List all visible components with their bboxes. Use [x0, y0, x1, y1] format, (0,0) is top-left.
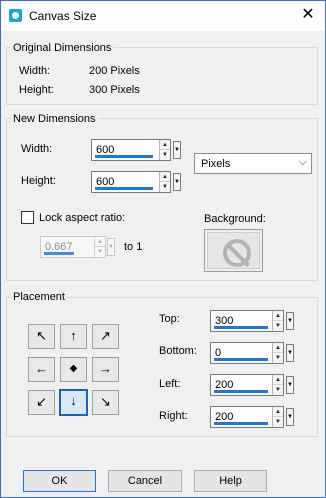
close-icon[interactable]: ✕: [295, 3, 321, 27]
placement-title: Placement: [11, 291, 67, 303]
new-width-dropdown-icon[interactable]: ▼: [173, 141, 181, 159]
spin-down-icon[interactable]: ▼: [273, 385, 283, 395]
spin-down-icon[interactable]: ▼: [273, 353, 283, 363]
original-width-value: 200 Pixels: [89, 65, 140, 77]
spin-down-icon[interactable]: ▼: [95, 247, 105, 257]
new-height-stepper[interactable]: ▲ ▼: [159, 172, 170, 192]
right-underline: [214, 422, 268, 425]
placement-bottom-left-button[interactable]: ↙: [28, 390, 55, 415]
cancel-button[interactable]: Cancel: [108, 470, 182, 492]
lock-aspect-checkbox[interactable]: [21, 211, 34, 224]
background-swatch-inner: [207, 232, 260, 269]
spin-up-icon[interactable]: ▲: [273, 407, 283, 417]
right-stepper[interactable]: ▲ ▼: [272, 407, 283, 427]
right-field[interactable]: 200 ▲ ▼: [210, 406, 284, 428]
left-stepper[interactable]: ▲ ▼: [272, 375, 283, 395]
spin-up-icon[interactable]: ▲: [160, 172, 170, 182]
placement-top-right-button[interactable]: ↗: [92, 324, 119, 349]
original-dimensions-title: Original Dimensions: [11, 42, 114, 54]
top-label: Top:: [159, 313, 180, 325]
spin-up-icon[interactable]: ▲: [95, 237, 105, 247]
spin-down-icon[interactable]: ▼: [273, 417, 283, 427]
placement-bottom-right-button[interactable]: ↘: [92, 390, 119, 415]
new-width-underline: [95, 155, 153, 158]
bottom-field[interactable]: 0 ▲ ▼: [210, 342, 284, 364]
spin-up-icon[interactable]: ▲: [160, 140, 170, 150]
title-bar: Canvas Size ✕: [1, 1, 325, 31]
no-symbol-icon: [223, 239, 251, 267]
bottom-stepper[interactable]: ▲ ▼: [272, 343, 283, 363]
top-stepper[interactable]: ▲ ▼: [272, 311, 283, 331]
left-label: Left:: [159, 378, 181, 390]
left-underline: [214, 390, 268, 393]
new-height-field[interactable]: 600 ▲ ▼: [91, 171, 171, 193]
new-height-underline: [95, 187, 153, 190]
new-dimensions-title: New Dimensions: [11, 113, 98, 125]
ok-button[interactable]: OK: [23, 470, 96, 492]
new-width-field[interactable]: 600 ▲ ▼: [91, 139, 171, 161]
placement-bottom-center-button[interactable]: ↓: [59, 389, 88, 416]
aspect-ratio-field[interactable]: 0.667 ▲ ▼: [40, 236, 106, 258]
help-button[interactable]: Help: [194, 470, 267, 492]
spin-up-icon[interactable]: ▲: [273, 311, 283, 321]
bottom-label: Bottom:: [159, 345, 197, 357]
window-title: Canvas Size: [29, 9, 97, 23]
bottom-dropdown-icon[interactable]: ▼: [286, 344, 294, 362]
placement-middle-left-button[interactable]: ←: [28, 357, 55, 382]
placement-top-left-button[interactable]: ↖: [28, 324, 55, 349]
chevron-down-icon: ⌵: [298, 156, 307, 168]
right-dropdown-icon[interactable]: ▼: [286, 408, 294, 426]
original-dimensions-group: [6, 47, 318, 105]
units-value: Pixels: [201, 158, 231, 170]
left-dropdown-icon[interactable]: ▼: [286, 376, 294, 394]
new-height-label: Height:: [21, 175, 56, 187]
units-select[interactable]: Pixels ⌵: [194, 153, 312, 174]
new-width-label: Width:: [21, 143, 53, 155]
aspect-ratio-underline: [44, 252, 74, 255]
placement-top-center-button[interactable]: ↑: [60, 324, 87, 349]
new-width-stepper[interactable]: ▲ ▼: [159, 140, 170, 160]
spin-down-icon[interactable]: ▼: [160, 182, 170, 192]
top-field[interactable]: 300 ▲ ▼: [210, 310, 284, 332]
app-icon: [9, 9, 22, 22]
spin-up-icon[interactable]: ▲: [273, 375, 283, 385]
background-label: Background:: [204, 213, 266, 225]
spin-down-icon[interactable]: ▼: [160, 150, 170, 160]
new-height-dropdown-icon[interactable]: ▼: [173, 173, 181, 191]
bottom-underline: [214, 358, 268, 361]
aspect-ratio-stepper[interactable]: ▲ ▼: [94, 237, 105, 257]
canvas-size-dialog: Canvas Size ✕ Original Dimensions Width:…: [0, 0, 326, 498]
top-underline: [214, 326, 268, 329]
top-dropdown-icon[interactable]: ▼: [286, 312, 294, 330]
aspect-ratio-dropdown-icon[interactable]: ▼: [107, 238, 115, 256]
original-width-label: Width:: [19, 65, 51, 77]
aspect-ratio-suffix: to 1: [124, 241, 143, 253]
background-color-swatch[interactable]: [204, 229, 263, 272]
left-field[interactable]: 200 ▲ ▼: [210, 374, 284, 396]
right-label: Right:: [159, 410, 188, 422]
placement-center-button[interactable]: ◆: [60, 357, 87, 382]
spin-down-icon[interactable]: ▼: [273, 321, 283, 331]
lock-aspect-label[interactable]: Lock aspect ratio:: [39, 212, 125, 224]
placement-middle-right-button[interactable]: →: [92, 357, 119, 382]
original-height-label: Height:: [19, 84, 54, 96]
spin-up-icon[interactable]: ▲: [273, 343, 283, 353]
original-height-value: 300 Pixels: [89, 84, 140, 96]
